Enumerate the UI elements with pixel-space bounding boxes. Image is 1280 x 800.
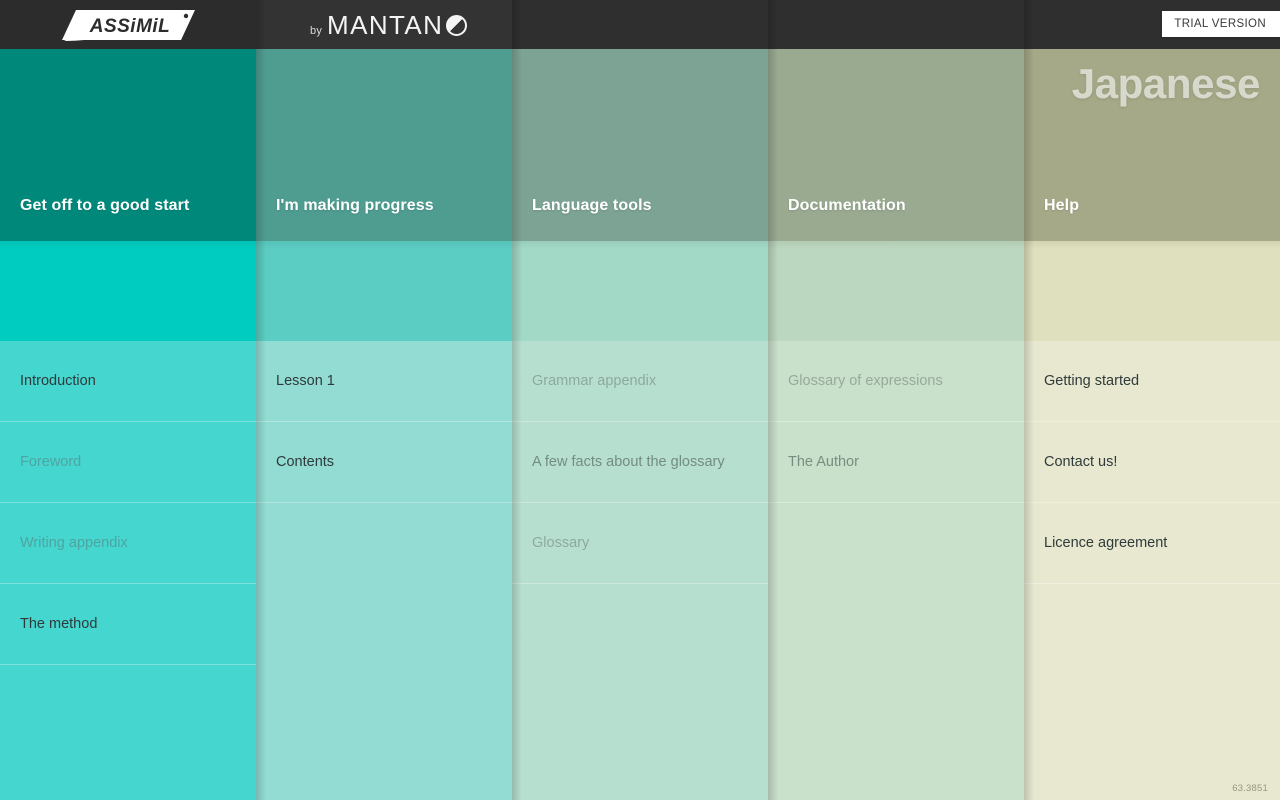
list-item[interactable]: A few facts about the glossary (512, 422, 768, 503)
column-header-get-off-to-a-good-start[interactable]: Get off to a good start (0, 49, 256, 241)
svg-text:ASSiMiL: ASSiMiL (89, 16, 171, 37)
list-item: Writing appendix (0, 503, 256, 584)
list-item-label: Grammar appendix (532, 372, 657, 389)
language-title: Japanese (1071, 60, 1261, 107)
column-header-language-tools[interactable]: Language tools (512, 49, 768, 241)
column-language-tools: Language tools Grammar appendix A few fact… (512, 0, 768, 800)
column-header-documentation[interactable]: Documentation (768, 49, 1024, 241)
assimil-logo: ASSiMiL (62, 8, 195, 42)
list-item-label: Contents (276, 453, 335, 470)
column-accent-band (1024, 241, 1280, 341)
app-root: Get off to a good start Introduction Forew… (0, 0, 1280, 800)
column-accent-band (0, 241, 256, 341)
list-item: Glossary (512, 503, 768, 584)
list-item: Grammar appendix (512, 341, 768, 422)
build-version-label: 63.3851 (1232, 783, 1268, 794)
column-im-making-progress: I'm making progress Lesson 1 Contents (256, 0, 512, 800)
column-documentation: Documentation Glossary of expressions The … (768, 0, 1024, 800)
column-list-language-tools: Grammar appendix A few facts about the gl… (512, 341, 768, 800)
column-title: Get off to a good start (20, 197, 190, 214)
list-item[interactable]: The method (0, 584, 256, 665)
trial-version-badge[interactable]: TRIAL VERSION (1162, 11, 1280, 37)
column-list-help: Getting started Contact us! Licence agreem… (1024, 341, 1280, 800)
column-list-get-off-to-a-good-start: Introduction Foreword Writing appendix The … (0, 341, 256, 800)
list-item[interactable]: Contents (256, 422, 512, 503)
mantano-wordmark: MANTAN (327, 10, 444, 40)
column-title: I'm making progress (276, 197, 434, 214)
column-help: Help Getting started Contact us! Licence ag… (1024, 0, 1280, 800)
list-item-label: A few facts about the glossary (532, 453, 725, 470)
list-item-label: Lesson 1 (276, 372, 335, 389)
mantano-logo: by MANTAN (310, 10, 468, 40)
list-item-label: Glossary of expressions (788, 372, 943, 389)
column-grid: Get off to a good start Introduction Forew… (0, 0, 1280, 800)
list-item-label: Getting started (1044, 372, 1140, 389)
list-item[interactable]: The Author (768, 422, 1024, 503)
column-list-documentation: Glossary of expressions The Author (768, 341, 1024, 800)
top-bar-segment (768, 0, 1024, 49)
mantano-by-label: by (310, 25, 323, 37)
list-item-label: Glossary (532, 534, 590, 551)
column-title: Language tools (532, 197, 652, 214)
list-item[interactable]: Contact us! (1024, 422, 1280, 503)
list-item-label: Licence agreement (1044, 534, 1168, 551)
list-item-label: Contact us! (1044, 453, 1118, 470)
list-item-label: Foreword (20, 453, 82, 470)
list-item[interactable]: Lesson 1 (256, 341, 512, 422)
list-item-label: Introduction (20, 372, 96, 389)
list-item-label: Writing appendix (20, 534, 128, 551)
list-item[interactable]: Licence agreement (1024, 503, 1280, 584)
list-item: Glossary of expressions (768, 341, 1024, 422)
list-item: Foreword (0, 422, 256, 503)
list-item-label: The method (20, 615, 98, 632)
mantano-o-icon (446, 15, 468, 36)
column-accent-band (256, 241, 512, 341)
column-header-im-making-progress[interactable]: I'm making progress (256, 49, 512, 241)
list-item-label: The Author (788, 453, 859, 470)
column-list-im-making-progress: Lesson 1 Contents (256, 341, 512, 800)
list-item[interactable]: Introduction (0, 341, 256, 422)
list-item[interactable]: Getting started (1024, 341, 1280, 422)
column-title: Help (1044, 197, 1080, 214)
column-accent-band (768, 241, 1024, 341)
top-bar-segment (512, 0, 768, 49)
column-accent-band (512, 241, 768, 341)
column-title: Documentation (788, 197, 906, 214)
column-get-off-to-a-good-start: Get off to a good start Introduction Forew… (0, 0, 256, 800)
